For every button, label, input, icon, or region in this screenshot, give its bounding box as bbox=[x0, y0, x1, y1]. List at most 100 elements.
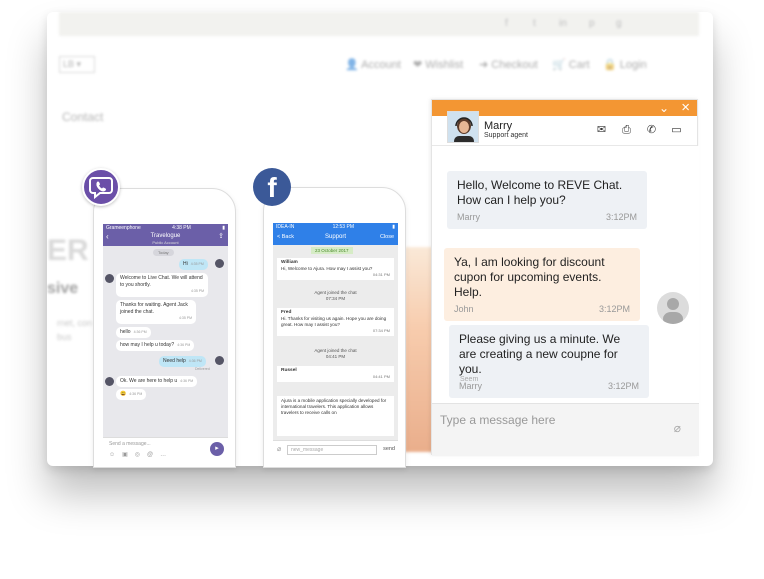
message-text: Hi bbox=[183, 261, 188, 267]
viber-phone-icon bbox=[89, 177, 113, 200]
chat-message-input[interactable]: Type a message here bbox=[440, 413, 555, 427]
viber-message: how may I help u today? 4:36 PM bbox=[116, 340, 195, 351]
message-time: 4:35 PM bbox=[178, 316, 192, 320]
viber-time: 4:38 PM bbox=[172, 225, 191, 231]
message-time: 04:41 PM bbox=[372, 374, 390, 379]
agent-avatar bbox=[105, 274, 114, 283]
messenger-message-input[interactable]: new_message bbox=[287, 445, 377, 455]
top-social-bar: f t in p g bbox=[59, 12, 699, 36]
close-button[interactable]: Close bbox=[380, 234, 394, 240]
facebook-logo-icon: f bbox=[253, 168, 291, 206]
pinterest-icon[interactable]: p bbox=[589, 18, 595, 29]
message-time: 4:35 PM bbox=[190, 262, 204, 266]
user-placeholder-icon bbox=[663, 298, 683, 324]
viber-screen: Grameenphone 4:38 PM ▮ ‹ Travelogue Publ… bbox=[103, 224, 228, 459]
nav-wishlist[interactable]: ❤ Wishlist bbox=[413, 58, 463, 71]
nav-cart[interactable]: 🛒 Cart bbox=[552, 58, 590, 71]
message-author: Marry bbox=[457, 212, 480, 222]
messenger-statusbar: IDEA-IN 12:53 PM ▮ bbox=[273, 223, 398, 231]
message-time: 4:36 PM bbox=[177, 343, 191, 347]
twitter-icon[interactable]: t bbox=[533, 18, 536, 29]
messenger-time: 12:53 PM bbox=[332, 224, 354, 230]
message-text: Please giving us a minute. We are creati… bbox=[459, 332, 621, 376]
viber-message: Welcome to Live Chat. We will attend to … bbox=[116, 273, 208, 297]
viber-message: 😀 4:36 PM bbox=[116, 389, 147, 400]
language-select-value: LB bbox=[63, 59, 75, 69]
share-icon[interactable]: ⇪ bbox=[218, 232, 224, 240]
language-select[interactable]: LB ▾ bbox=[59, 56, 95, 73]
nav-wishlist-label: Wishlist bbox=[425, 59, 464, 71]
print-icon[interactable]: ⎙ bbox=[620, 124, 633, 136]
message-text: Welcome to Live Chat. We will attend to … bbox=[120, 275, 203, 288]
nav-login-label: Login bbox=[619, 59, 647, 71]
message-time: 3:12PM bbox=[598, 304, 630, 314]
message-time: 04:31 PM bbox=[372, 272, 390, 277]
linkedin-icon[interactable]: in bbox=[559, 18, 567, 29]
nav-account-label: Account bbox=[361, 59, 401, 71]
attachment-icon[interactable]: ⌀ bbox=[674, 421, 681, 435]
viber-message: hello 4:36 PM bbox=[116, 327, 151, 338]
viber-subtitle: Public Account bbox=[152, 240, 179, 245]
viber-message: Need help 4:36 PM bbox=[159, 356, 206, 367]
nav-contact[interactable]: Contact bbox=[62, 110, 103, 124]
message-text: Need help bbox=[163, 358, 186, 364]
nav-login[interactable]: 🔒 Login bbox=[603, 58, 647, 71]
google-icon[interactable]: g bbox=[616, 18, 622, 29]
message-time: 4:36 PM bbox=[133, 330, 147, 334]
message-time: 4:36 PM bbox=[129, 392, 143, 396]
minimize-chevron-icon[interactable]: ⌄ bbox=[659, 101, 669, 115]
agent-photo bbox=[448, 112, 478, 142]
message-time: 4:36 PM bbox=[188, 359, 202, 363]
viber-header: Grameenphone 4:38 PM ▮ ‹ Travelogue Publ… bbox=[103, 224, 228, 246]
close-icon[interactable]: × bbox=[681, 99, 690, 116]
chat-composer: Type a message here ⌀ bbox=[432, 403, 699, 456]
message-fred: Fred Hi. Thanks for visiting us again. H… bbox=[277, 308, 394, 336]
messenger-send-button[interactable]: send bbox=[383, 446, 395, 452]
user-avatar bbox=[215, 356, 224, 365]
messenger-header: IDEA-IN 12:53 PM ▮ < Back Support Close bbox=[273, 223, 398, 245]
attachment-icon[interactable]: ⌀ bbox=[277, 445, 281, 453]
facebook-icon[interactable]: f bbox=[505, 18, 508, 29]
video-icon[interactable]: ▭ bbox=[670, 124, 683, 136]
message-text: hello bbox=[120, 329, 131, 335]
delivered-status: Delivered bbox=[195, 367, 210, 371]
nav-account[interactable]: 👤 Account bbox=[345, 58, 401, 71]
chat-agent-header: Marry Support agent ✉ ⎙ ✆ ▭ bbox=[432, 111, 697, 146]
system-message: Agent joined the chat 07:34 PM bbox=[273, 290, 398, 302]
message-text: Thanks for waiting. Agent Jack joined th… bbox=[120, 302, 188, 315]
user-avatar bbox=[215, 259, 224, 268]
nav-checkout[interactable]: ➜ Checkout bbox=[479, 58, 538, 71]
message-author: John bbox=[454, 304, 474, 314]
agent-name: Marry bbox=[484, 120, 513, 132]
user-avatar bbox=[657, 292, 689, 324]
viber-message: Thanks for waiting. Agent Jack joined th… bbox=[116, 300, 196, 324]
message-text: how may I help u today? bbox=[120, 342, 175, 348]
back-arrow-icon[interactable]: ‹ bbox=[106, 232, 109, 241]
viber-title[interactable]: Travelogue bbox=[103, 232, 228, 240]
message-long: Ajura is a mobile application specially … bbox=[277, 396, 394, 436]
message-time: 4:35 PM bbox=[190, 289, 204, 293]
agent-avatar bbox=[447, 111, 479, 143]
viber-send-button[interactable]: ▸ bbox=[210, 442, 224, 456]
email-icon[interactable]: ✉ bbox=[595, 124, 608, 136]
date-divider: 23 October 2017 bbox=[311, 247, 353, 254]
viber-logo-icon bbox=[82, 168, 120, 206]
message-user: Ya, I am looking for discount cupon for … bbox=[444, 248, 640, 321]
screenshot-stage: f t in p g LB ▾ 👤 Account ❤ Wishlist ➜ C… bbox=[0, 0, 764, 579]
message-text: Hello, Welcome to REVE Chat. How can I h… bbox=[457, 178, 623, 207]
message-russel: Russel 04:41 PM bbox=[277, 366, 394, 382]
messenger-phone: IDEA-IN 12:53 PM ▮ < Back Support Close … bbox=[263, 187, 406, 468]
viber-composer-icons[interactable]: ☺▣◎@… bbox=[109, 451, 173, 458]
messenger-carrier: IDEA-IN bbox=[276, 224, 295, 230]
message-text: Ya, I am looking for discount cupon for … bbox=[454, 255, 605, 299]
viber-message-input[interactable]: Send a message... bbox=[109, 441, 151, 447]
system-time: 07:34 PM bbox=[325, 296, 346, 301]
nav-cart-label: Cart bbox=[568, 59, 590, 71]
message-text: Ok. We are here to help u bbox=[120, 378, 178, 384]
agent-role: Support agent bbox=[484, 132, 528, 139]
viber-statusbar: Grameenphone 4:38 PM ▮ bbox=[103, 224, 228, 232]
message-agent: Please giving us a minute. We are creati… bbox=[449, 325, 649, 398]
chat-actions: ✉ ⎙ ✆ ▭ bbox=[595, 124, 683, 136]
message-text: 😀 bbox=[120, 391, 127, 397]
phone-icon[interactable]: ✆ bbox=[645, 124, 658, 136]
